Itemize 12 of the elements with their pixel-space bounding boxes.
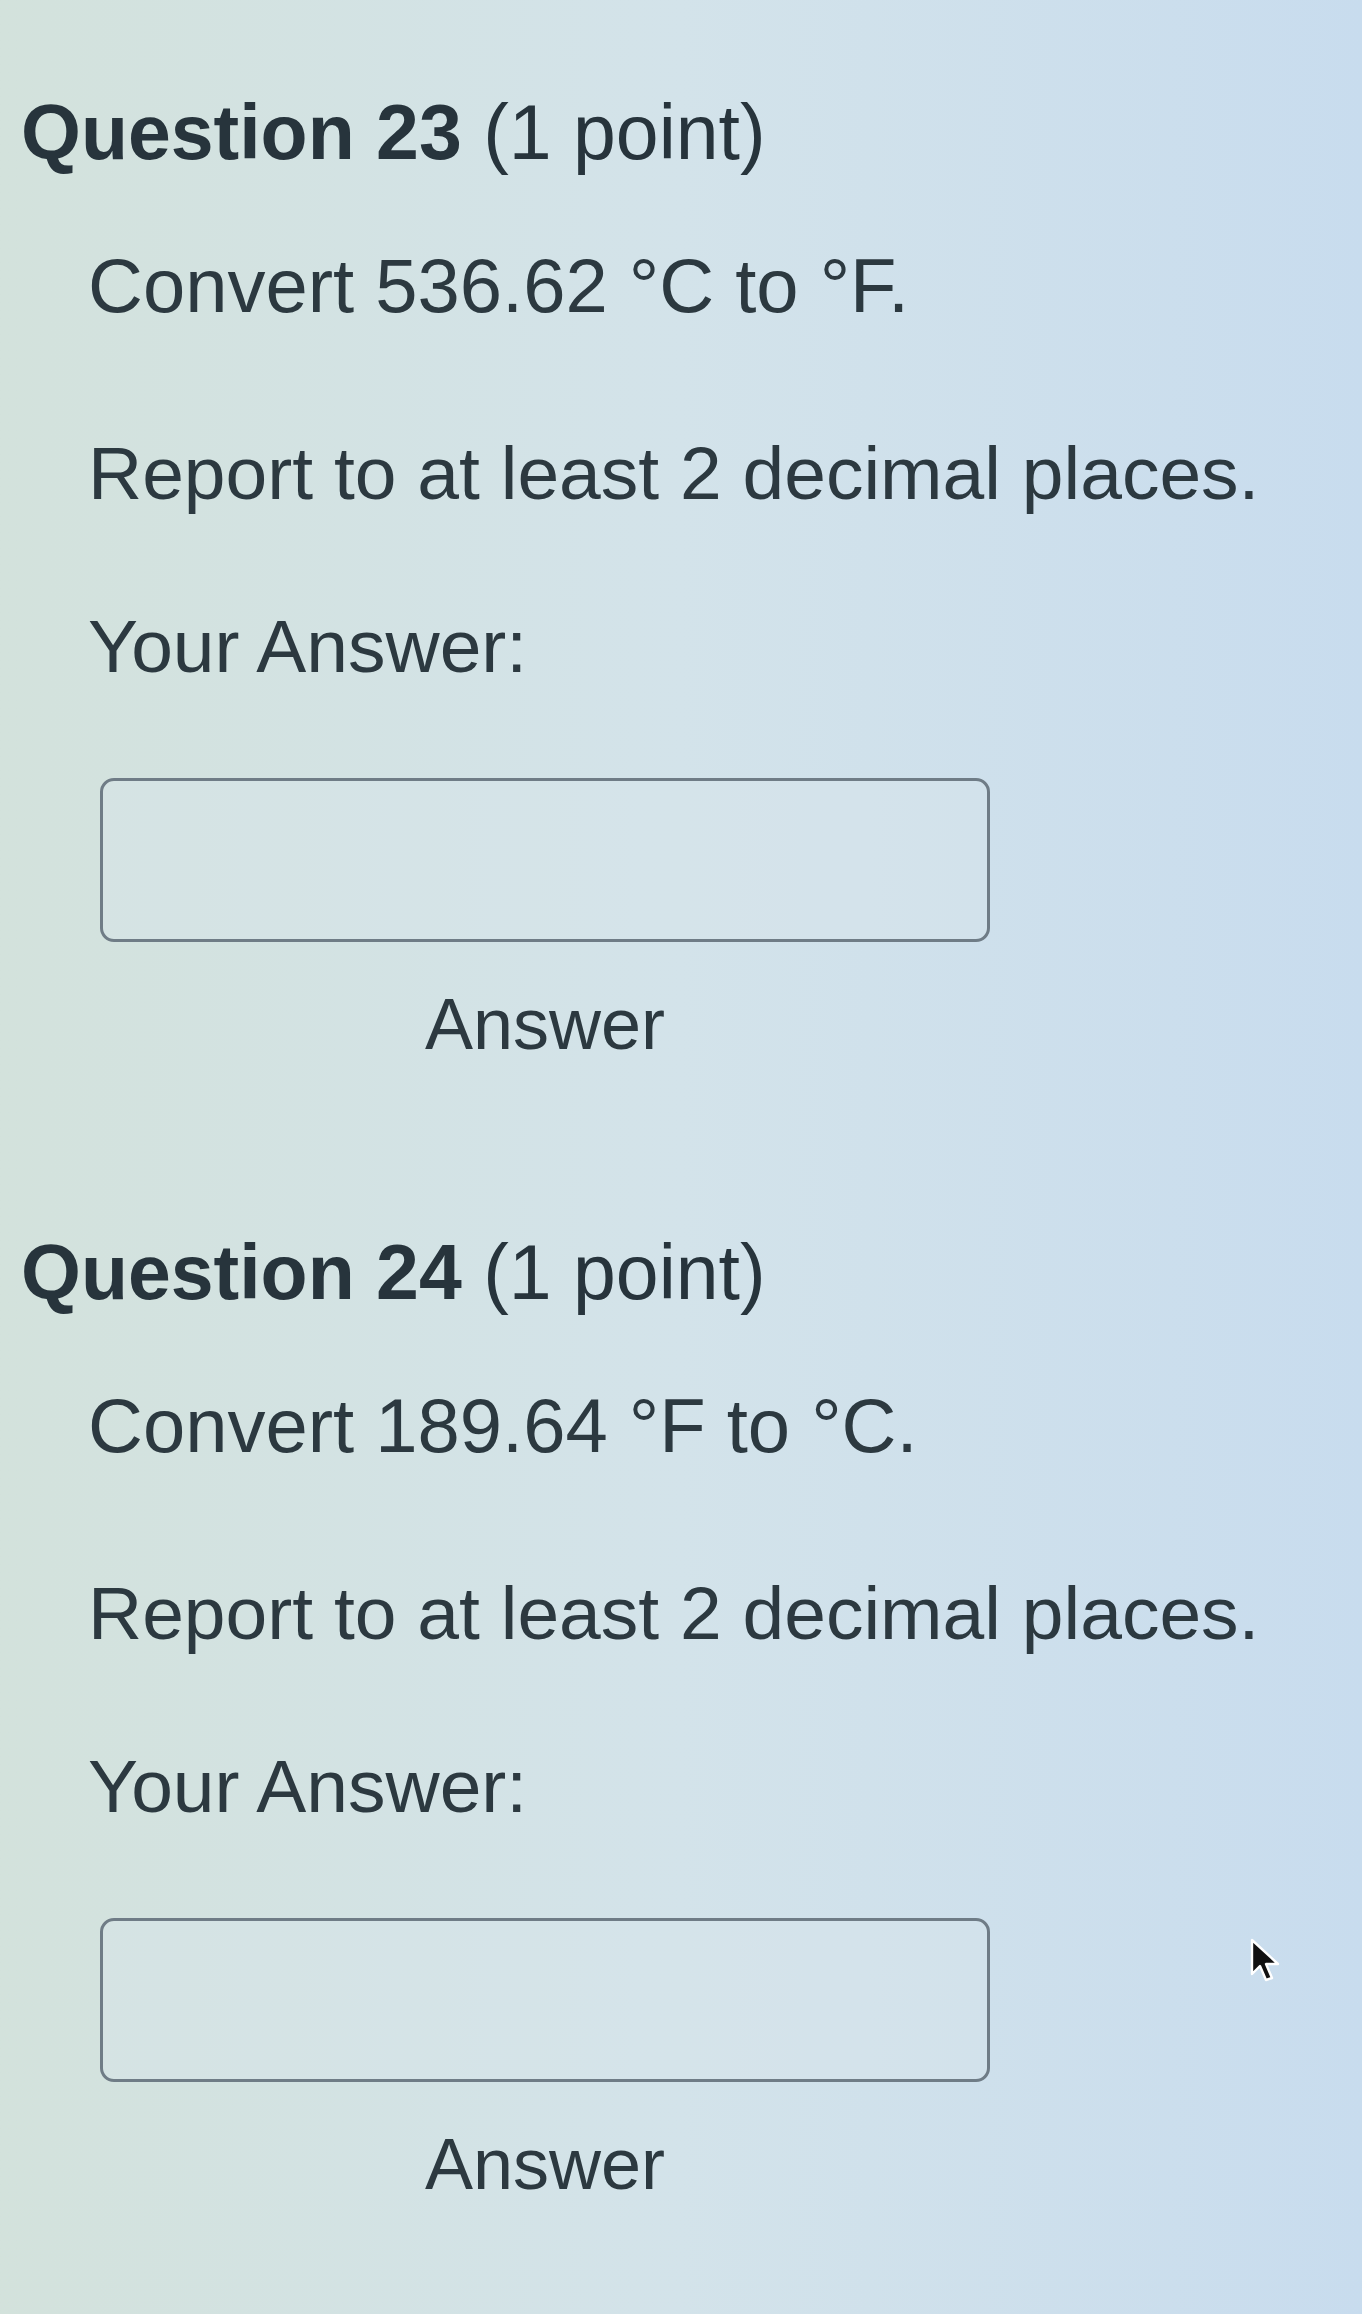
question-instruction: Report to at least 2 decimal places.	[88, 1570, 1260, 1657]
answer-caption: Answer	[424, 2123, 666, 2206]
answer-label: Your Answer:	[88, 1743, 528, 1830]
question-prompt: Convert 189.64 °F to °C.	[88, 1382, 918, 1470]
question-heading: Question 23 (1 point)	[21, 88, 766, 177]
question-prompt: Convert 536.62 °C to °F.	[88, 242, 910, 330]
answer-field[interactable]	[100, 1918, 990, 2082]
question-instruction: Report to at least 2 decimal places.	[88, 430, 1260, 517]
answer-field[interactable]	[100, 778, 990, 942]
answer-caption: Answer	[424, 983, 666, 1066]
question-heading: Question 24 (1 point)	[21, 1228, 766, 1317]
answer-label: Your Answer:	[88, 603, 528, 690]
